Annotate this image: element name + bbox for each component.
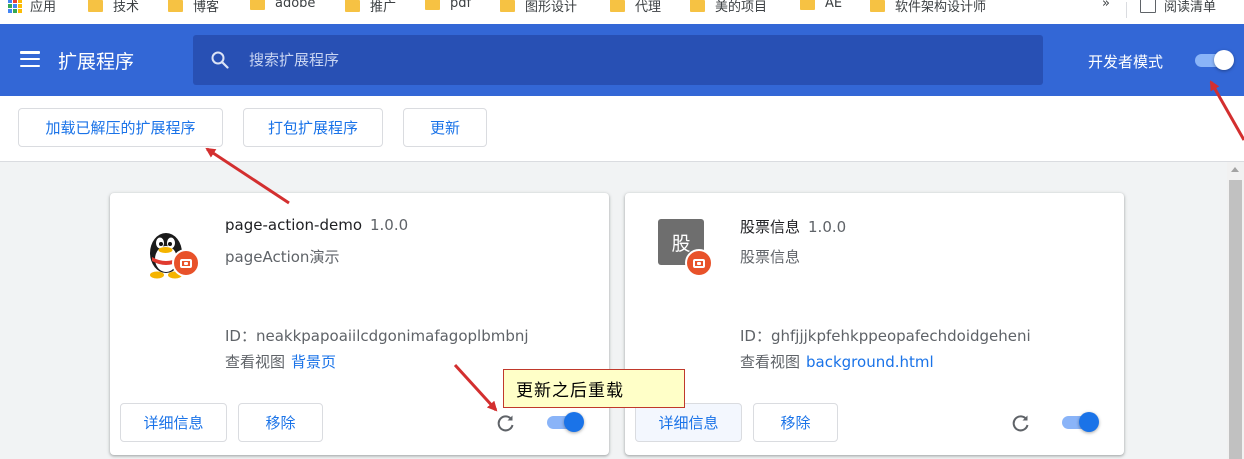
bookmark-label: pdf	[450, 0, 472, 11]
bookmark-label: 博客	[193, 0, 220, 15]
extension-views: 查看视图 background.html	[740, 353, 934, 371]
bookmark-item[interactable]: adobe	[250, 0, 315, 11]
folder-icon	[800, 0, 815, 10]
extension-card-stock-info: 股 股票信息 1.0.0 股票信息 ID：ghfjjjkpfehkppeopafe…	[625, 193, 1124, 455]
extension-version: 1.0.0	[808, 218, 847, 236]
details-button[interactable]: 详细信息	[120, 403, 227, 442]
developer-badge-icon	[172, 249, 200, 277]
bookmark-apps[interactable]: 应用	[8, 0, 56, 15]
extension-enable-toggle[interactable]	[544, 412, 586, 433]
extension-card-page-action-demo: page-action-demo 1.0.0 pageAction演示 ID：ne…	[110, 193, 609, 455]
toggle-knob	[1214, 50, 1234, 70]
developer-mode-label: 开发者模式	[1088, 53, 1164, 71]
folder-icon	[870, 0, 885, 12]
bookmarks-bar: 应用 技术 博客 adobe 推广 pdf 图形设计 代理 美的项目 AE 软件…	[0, 0, 1244, 24]
bookmark-label: 推广	[370, 0, 397, 15]
developer-mode-toggle[interactable]	[1192, 50, 1234, 70]
bookmark-item[interactable]: 图形设计	[500, 0, 577, 15]
bookmark-apps-label: 应用	[30, 0, 57, 15]
bookmark-item[interactable]: 软件架构设计师	[870, 0, 986, 15]
bookmark-item[interactable]: pdf	[425, 0, 471, 11]
developer-toolbar: 加载已解压的扩展程序 打包扩展程序 更新	[0, 96, 1244, 162]
reading-list-button[interactable]: 阅读清单	[1140, 0, 1216, 15]
bookmark-item[interactable]: 代理	[610, 0, 661, 15]
hamburger-menu-icon[interactable]	[20, 51, 40, 67]
extension-id: ID：neakkpapoaiilcdgonimafagoplbmbnj	[225, 327, 529, 345]
reading-list-icon	[1140, 0, 1156, 13]
extension-name: 股票信息 1.0.0	[740, 218, 847, 236]
search-box[interactable]	[193, 35, 1043, 85]
page-title: 扩展程序	[58, 51, 135, 73]
apps-grid-icon	[8, 0, 22, 13]
pack-extension-button[interactable]: 打包扩展程序	[243, 108, 383, 147]
extension-id: ID：ghfjjjkpfehkppeopafechdoidgeheni	[740, 327, 1031, 345]
bookmark-item[interactable]: 技术	[88, 0, 139, 15]
folder-icon	[168, 0, 183, 12]
folder-icon	[690, 0, 705, 12]
folder-icon	[345, 0, 360, 12]
bookmark-label: adobe	[275, 0, 316, 11]
reload-icon[interactable]	[1011, 413, 1031, 433]
details-button[interactable]: 详细信息	[635, 403, 742, 442]
load-unpacked-button[interactable]: 加载已解压的扩展程序	[18, 108, 223, 147]
extension-description: pageAction演示	[225, 248, 340, 266]
extension-description: 股票信息	[740, 248, 801, 266]
scroll-up-arrow-icon[interactable]	[1231, 167, 1239, 172]
toggle-knob	[564, 412, 584, 432]
bookmark-label: 图形设计	[525, 0, 578, 15]
folder-icon	[610, 0, 625, 12]
extension-name: page-action-demo 1.0.0	[225, 216, 409, 234]
view-link-background-page[interactable]: 背景页	[291, 353, 336, 371]
bookmarks-more-chevron[interactable]: »	[1102, 0, 1110, 11]
extension-version: 1.0.0	[370, 216, 409, 234]
extension-views: 查看视图 背景页	[225, 353, 337, 371]
remove-button[interactable]: 移除	[753, 403, 838, 442]
update-button[interactable]: 更新	[403, 108, 487, 147]
bookmark-item[interactable]: AE	[800, 0, 842, 11]
developer-badge-icon	[685, 249, 713, 277]
toggle-knob	[1079, 412, 1099, 432]
search-input[interactable]	[249, 35, 1009, 85]
folder-icon	[425, 0, 440, 10]
reload-icon[interactable]	[496, 413, 516, 433]
remove-button[interactable]: 移除	[238, 403, 323, 442]
bookmark-item[interactable]: 博客	[168, 0, 219, 15]
folder-icon	[250, 0, 265, 10]
page-scrollbar[interactable]	[1227, 162, 1244, 459]
bookmark-label: 技术	[113, 0, 140, 15]
bookmarks-divider	[1126, 2, 1127, 18]
folder-icon	[88, 0, 103, 12]
bookmark-label: 美的项目	[715, 0, 768, 15]
bookmark-item[interactable]: 推广	[345, 0, 396, 15]
scroll-thumb[interactable]	[1229, 180, 1242, 459]
reading-list-label: 阅读清单	[1164, 0, 1217, 15]
bookmark-label: AE	[825, 0, 843, 11]
view-link-background-html[interactable]: background.html	[806, 353, 934, 371]
extensions-header: 扩展程序 开发者模式	[0, 24, 1244, 96]
annotation-callout: 更新之后重载	[503, 369, 685, 408]
folder-icon	[500, 0, 515, 12]
extension-enable-toggle[interactable]	[1059, 412, 1101, 433]
bookmark-label: 软件架构设计师	[895, 0, 987, 15]
bookmark-label: 代理	[635, 0, 662, 15]
bookmark-item[interactable]: 美的项目	[690, 0, 767, 15]
search-icon	[211, 51, 229, 69]
